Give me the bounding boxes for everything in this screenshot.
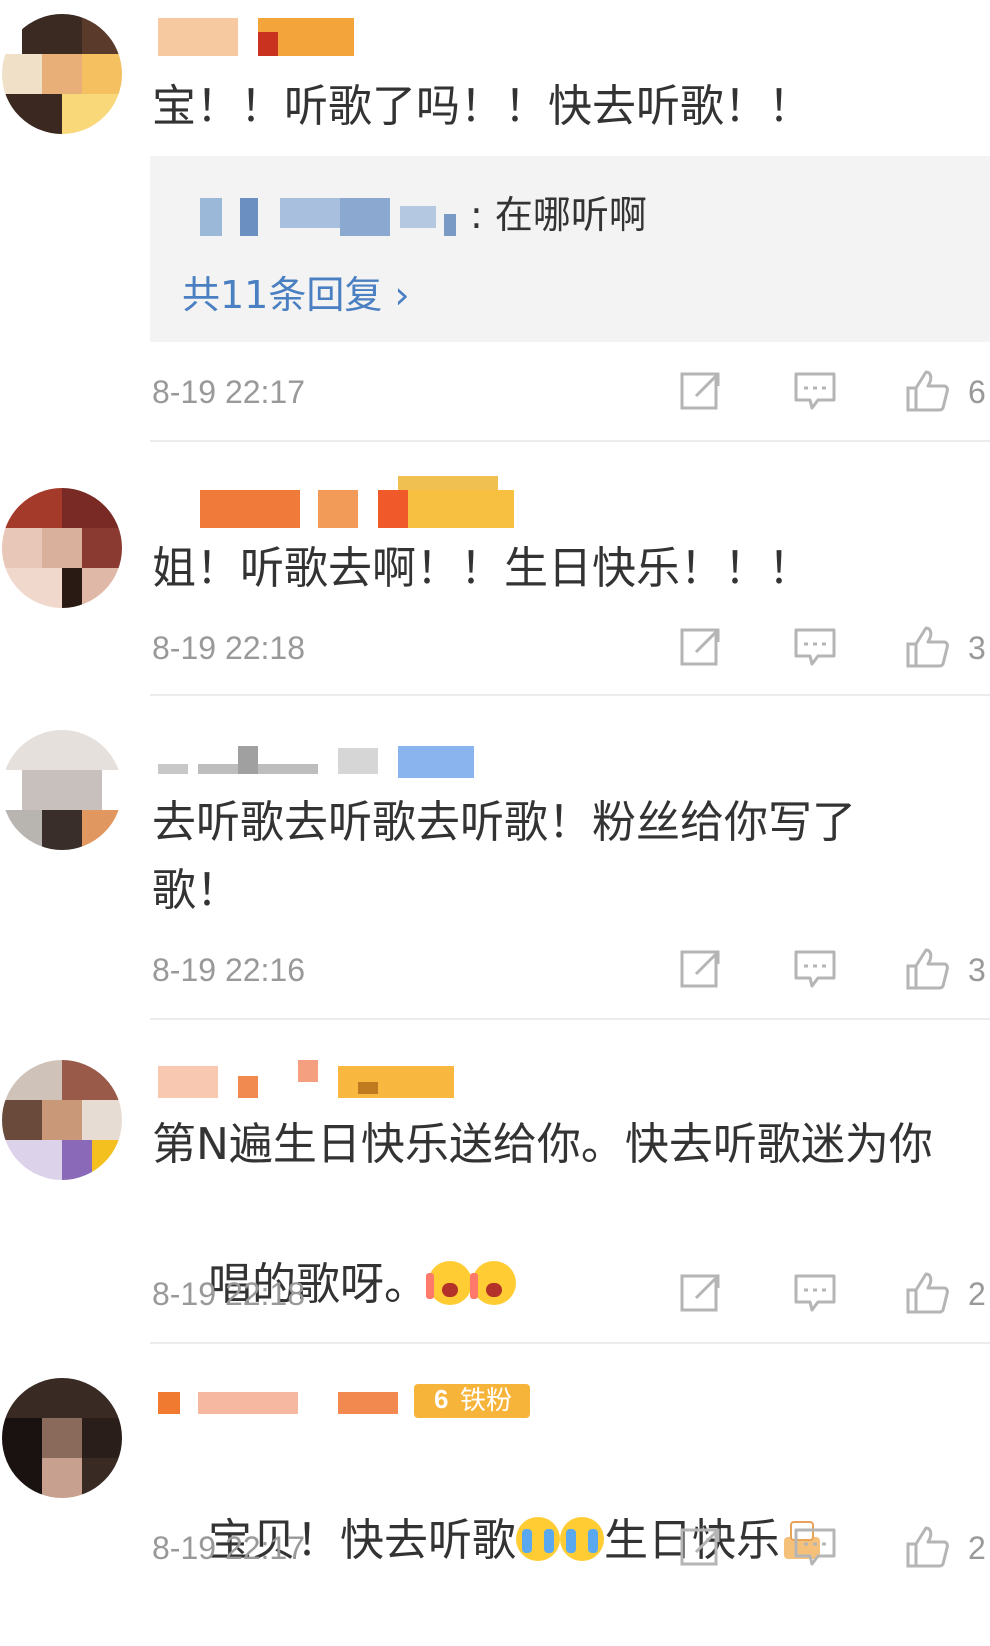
comment-item: 去听歌去听歌去听歌！粉丝给你写了 歌！ 8-19 22:16 3: [0, 696, 990, 1020]
reply-preview[interactable]: : 在哪听啊 共11条回复 ›: [150, 156, 990, 342]
timestamp: 8-19 22:17: [152, 1530, 306, 1566]
like-count: 3: [968, 630, 986, 666]
username[interactable]: 6 铁粉: [158, 1380, 538, 1424]
avatar[interactable]: [2, 488, 122, 608]
like-icon[interactable]: [904, 1524, 950, 1570]
comment-meta: 8-19 22:18 2: [152, 1270, 990, 1320]
divider: [150, 440, 990, 442]
comment-meta: 8-19 22:18 3: [152, 624, 990, 674]
comment-icon[interactable]: [792, 624, 838, 670]
comment-icon[interactable]: [792, 1270, 838, 1316]
reply-text: : 在哪听啊: [470, 193, 647, 237]
view-replies-link[interactable]: 共11条回复 ›: [182, 264, 410, 319]
like-icon[interactable]: [904, 624, 950, 670]
like-count: 6: [968, 374, 986, 410]
comment-item: 宝！！听歌了吗！！快去听歌！！ : 在哪听啊 共11条回复 › 8-19 22:…: [0, 0, 990, 444]
comment-icon[interactable]: [792, 1524, 838, 1570]
timestamp: 8-19 22:18: [152, 1276, 306, 1312]
share-icon[interactable]: [678, 1524, 724, 1570]
comment-item: 6 铁粉 宝贝！快去听歌 生日快乐 8-19 22:17 2: [0, 1344, 990, 1568]
comment-item: 姐！听歌去啊！！生日快乐！！！ 8-19 22:18 3: [0, 444, 990, 696]
fan-badge-label: 铁粉: [460, 1386, 513, 1416]
timestamp: 8-19 22:18: [152, 630, 306, 666]
comment-text: 宝！！听歌了吗！！快去听歌！！: [152, 81, 812, 132]
comment-meta: 8-19 22:16 3: [152, 946, 990, 996]
like-count: 2: [968, 1530, 986, 1566]
comment-icon[interactable]: [792, 946, 838, 992]
avatar[interactable]: [2, 1060, 122, 1180]
timestamp: 8-19 22:16: [152, 952, 306, 988]
username[interactable]: [158, 476, 518, 534]
comment-icon[interactable]: [792, 368, 838, 414]
username[interactable]: [158, 742, 478, 786]
avatar[interactable]: [2, 1378, 122, 1498]
comment-text-line2: 歌！: [152, 865, 240, 916]
avatar[interactable]: [2, 14, 122, 134]
like-count: 3: [968, 952, 986, 988]
like-icon[interactable]: [904, 946, 950, 992]
comment-text-line1: 去听歌去听歌去听歌！粉丝给你写了: [152, 797, 856, 848]
like-count: 2: [968, 1276, 986, 1312]
comment-meta: 8-19 22:17 2: [152, 1524, 990, 1574]
timestamp: 8-19 22:17: [152, 374, 306, 410]
fan-badge-level: 6: [434, 1384, 449, 1414]
comment-meta: 8-19 22:17 6: [152, 368, 990, 418]
fan-badge: 6 铁粉: [414, 1384, 530, 1418]
comment-text: 姐！听歌去啊！！生日快乐！！！: [152, 543, 812, 594]
username[interactable]: [158, 1060, 458, 1104]
share-icon[interactable]: [678, 624, 724, 670]
comment-text-line1: 第N遍生日快乐送给你。快去听歌迷为你: [152, 1119, 933, 1170]
username[interactable]: [158, 18, 358, 62]
share-icon[interactable]: [678, 1270, 724, 1316]
avatar[interactable]: [2, 730, 122, 850]
like-icon[interactable]: [904, 1270, 950, 1316]
like-icon[interactable]: [904, 368, 950, 414]
share-icon[interactable]: [678, 368, 724, 414]
share-icon[interactable]: [678, 946, 724, 992]
comment-item: 第N遍生日快乐送给你。快去听歌迷为你 唱的歌呀。 8-19 22:18 2: [0, 1020, 990, 1344]
